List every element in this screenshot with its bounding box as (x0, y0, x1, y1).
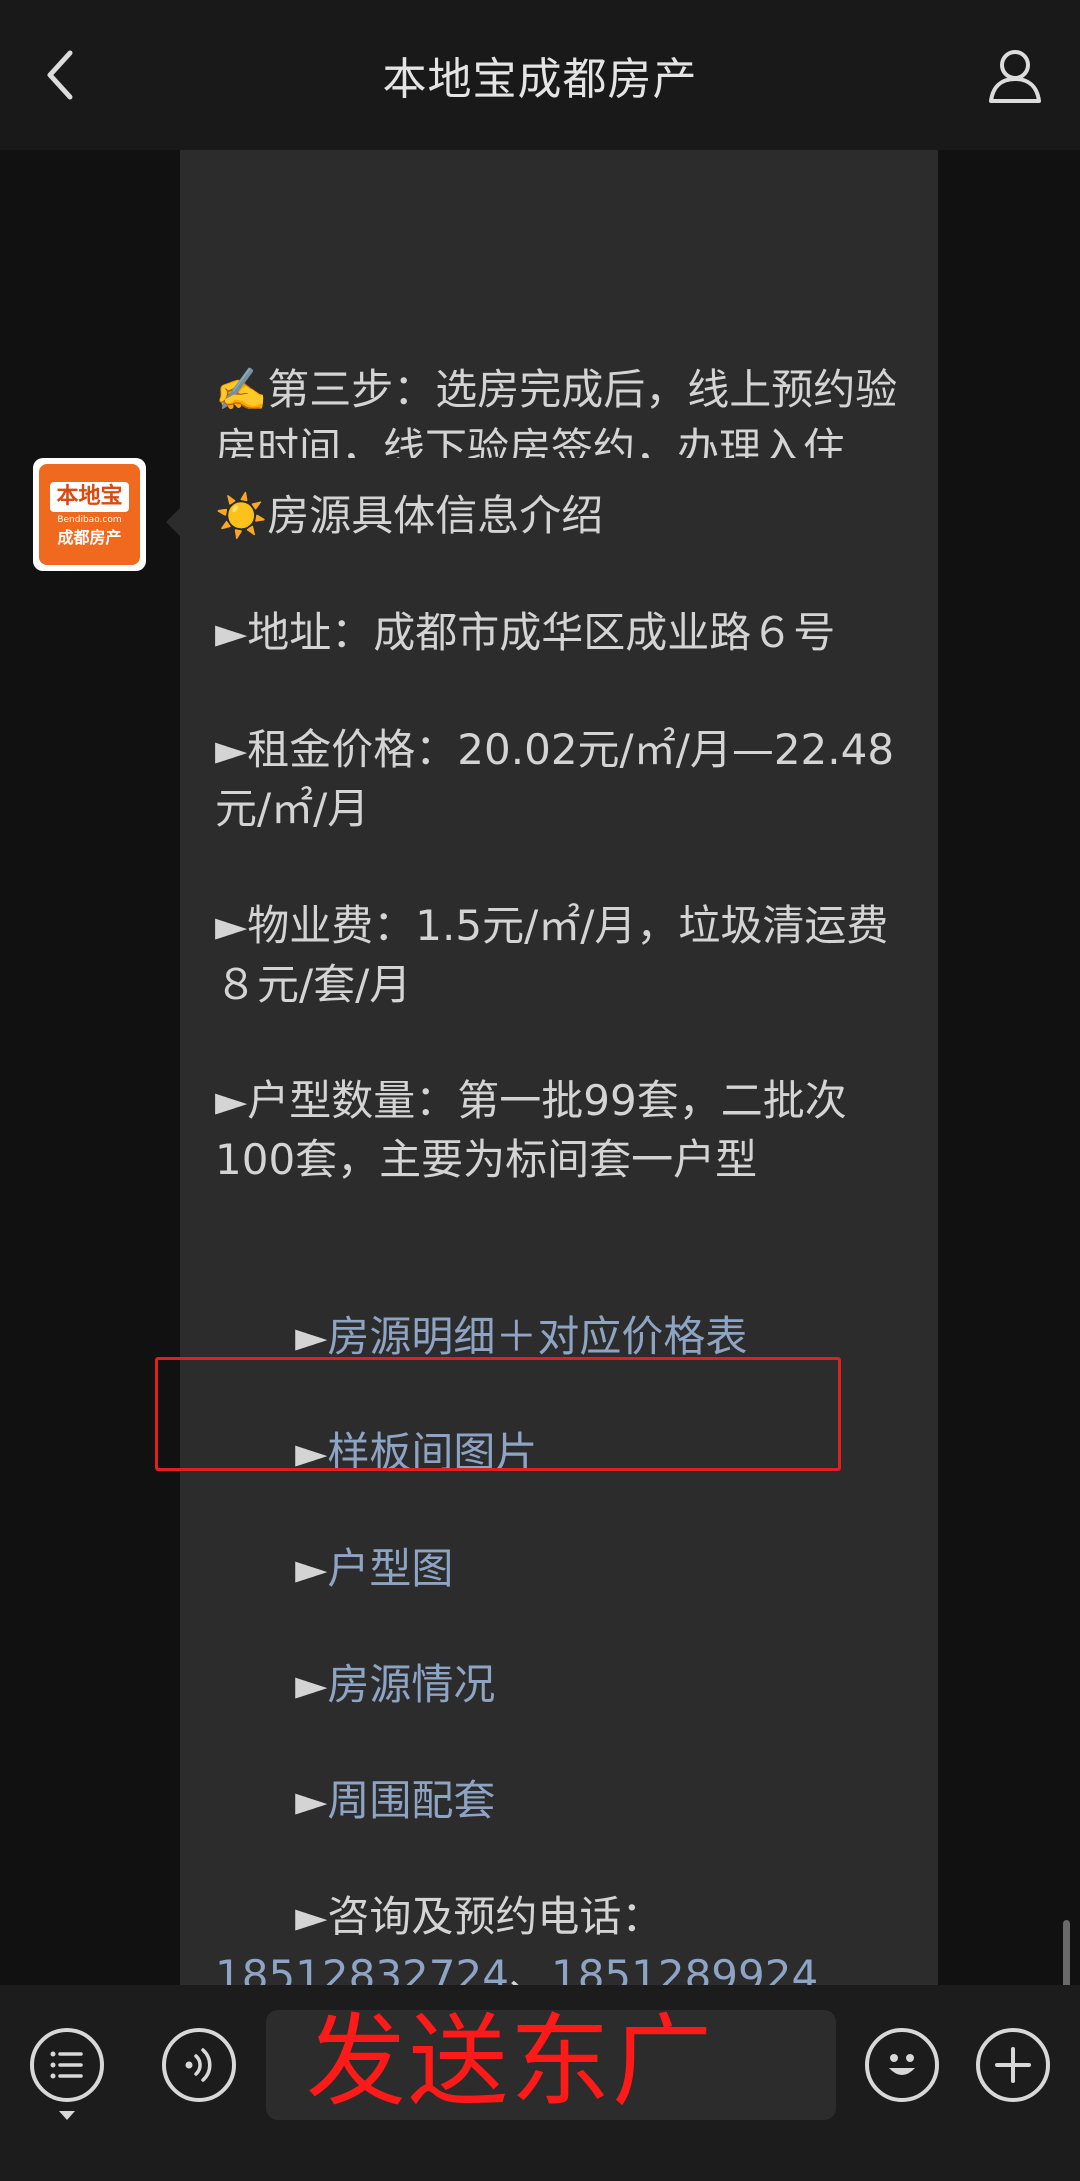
info-title: ☀️房源具体信息介绍 (215, 491, 604, 540)
link-arrow: ► (295, 1428, 328, 1477)
link-arrow: ► (295, 1776, 328, 1825)
phone-prefix: ►咨询及预约电话： (295, 1892, 664, 1941)
link-label[interactable]: 房源明细＋对应价格表 (327, 1312, 747, 1361)
user-icon (989, 50, 1041, 103)
voice-icon (185, 2048, 212, 2082)
input-bar: 发送东广 (0, 1985, 1080, 2181)
page-title: 本地宝成都房产 (382, 54, 698, 105)
menu-list-icon (50, 2051, 83, 2079)
rent-line: ►租金价格：20.02元/㎡/月—22.48元/㎡/月 (215, 725, 895, 833)
chevron-left-icon (47, 50, 73, 100)
property-fee-line: ►物业费：1.5元/㎡/月，垃圾清运费８元/套/月 (215, 901, 889, 1009)
units-line: ►户型数量：第一批99套，二批次100套，主要为标间套一户型 (215, 1076, 847, 1184)
link-label[interactable]: 周围配套 (327, 1776, 495, 1825)
voice-button[interactable] (162, 2028, 236, 2102)
link-arrow: ► (295, 1660, 328, 1709)
link-arrow: ► (295, 1312, 328, 1361)
phone-link-1[interactable]: 18512832724 (215, 1951, 509, 1985)
avatar[interactable]: 本地宝 Bendibao.com 成都房产 (33, 458, 146, 571)
menu-caret-icon (59, 2111, 75, 2120)
plus-button[interactable] (976, 2028, 1050, 2102)
scrollbar[interactable] (1063, 1920, 1070, 1985)
address-line: ►地址：成都市成华区成业路６号 (215, 608, 836, 657)
link-label[interactable]: 户型图 (327, 1544, 453, 1593)
plus-icon (995, 2047, 1031, 2083)
chat-area[interactable]: ✍️第三步：选房完成后，线上预约验房时间，线下验房签约，办理入住 本地宝 Ben… (0, 150, 1080, 1985)
back-button[interactable] (30, 40, 90, 110)
emoji-icon (889, 2054, 915, 2075)
phone-link-2[interactable]: 1851289924 (551, 1951, 818, 1985)
logo-sub: 成都房产 (57, 528, 122, 547)
message-input[interactable]: 发送东广 (266, 2003, 836, 2120)
top-bar: 本地宝成都房产 (0, 0, 1080, 150)
logo-brand: 本地宝 (50, 482, 129, 512)
message-bubble: ☀️房源具体信息介绍 ►地址：成都市成华区成业路６号 ►租金价格：20.02元/… (166, 458, 938, 1985)
link-label[interactable]: 样板间图片 (327, 1428, 537, 1477)
menu-button[interactable] (30, 2028, 104, 2102)
phone-line: ►咨询及预约电话： 18512832724、1851289924 (215, 1828, 928, 1985)
phone-separator: 、 (508, 1951, 551, 1985)
profile-button[interactable] (980, 40, 1050, 110)
message-input-value: 发送东广 (306, 2003, 714, 2120)
link-label[interactable]: 房源情况 (327, 1660, 495, 1709)
logo-domain: Bendibao.com (57, 515, 122, 525)
logo: 本地宝 Bendibao.com 成都房产 (39, 464, 140, 565)
emoji-button[interactable] (865, 2028, 939, 2102)
link-arrow: ► (295, 1544, 328, 1593)
